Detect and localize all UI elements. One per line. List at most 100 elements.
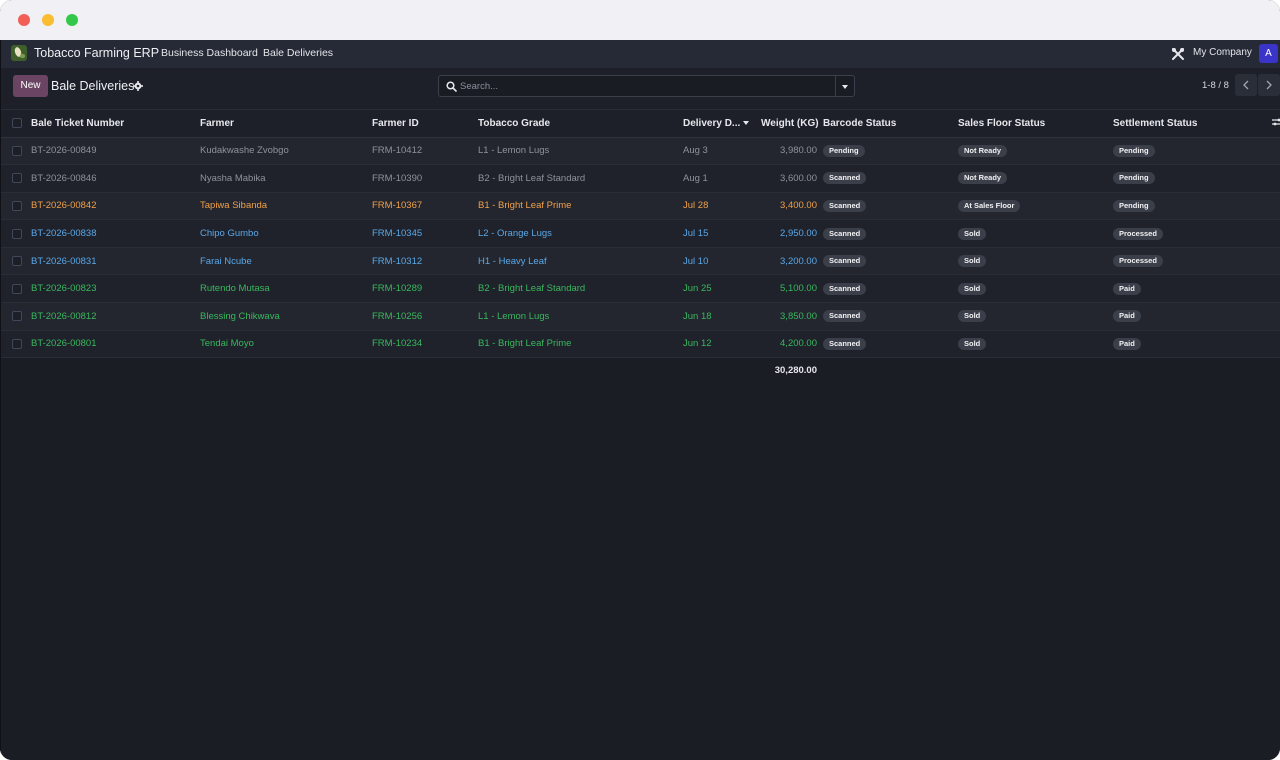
- cell-delivery-date: Jul 28: [683, 192, 761, 221]
- pager-next-button[interactable]: [1258, 74, 1280, 96]
- status-badge: Scanned: [823, 227, 867, 240]
- cell-sales-floor-status: Sold: [958, 247, 1113, 276]
- cell-sales-floor-status: Not Ready: [958, 164, 1113, 193]
- tobacco-leaf-logo-icon[interactable]: [11, 45, 27, 61]
- cell-weight: 3,850.00: [761, 302, 823, 331]
- minimize-window-button[interactable]: [42, 14, 54, 26]
- row-checkbox[interactable]: [12, 283, 22, 294]
- cell-grade: L1 - Lemon Lugs: [478, 137, 683, 166]
- table-row[interactable]: BT-2026-00842 Tapiwa Sibanda FRM-10367 B1 -…: [1, 192, 1280, 221]
- footer-spacer: [1, 357, 31, 382]
- col-header-settlement-status[interactable]: Settlement Status: [1113, 110, 1280, 138]
- status-badge: Paid: [1113, 310, 1141, 323]
- cell-sales-floor-status: Sold: [958, 219, 1113, 248]
- row-checkbox[interactable]: [12, 228, 22, 239]
- cell-farmer-id: FRM-10256: [372, 302, 478, 331]
- footer-spacer: [958, 357, 1113, 382]
- table-row[interactable]: BT-2026-00849 Kudakwashe Zvobgo FRM-10412 L…: [1, 137, 1280, 166]
- cell-sales-floor-status: Sold: [958, 274, 1113, 304]
- cell-farmer-id: FRM-10234: [372, 330, 478, 359]
- col-header-farmer-id[interactable]: Farmer ID: [372, 110, 478, 138]
- cell-delivery-date: Jul 10: [683, 247, 761, 276]
- table-row[interactable]: BT-2026-00823 Rutendo Mutasa FRM-10289 B2 -…: [1, 274, 1280, 304]
- footer-spacer: [683, 357, 761, 382]
- sliders-icon[interactable]: [1272, 117, 1280, 127]
- cell-grade: B2 - Bright Leaf Standard: [478, 164, 683, 193]
- row-checkbox[interactable]: [12, 173, 22, 184]
- table-row[interactable]: BT-2026-00838 Chipo Gumbo FRM-10345 L2 - Or…: [1, 219, 1280, 248]
- cell-delivery-date: Jul 15: [683, 219, 761, 248]
- status-badge: Sold: [958, 310, 987, 323]
- col-header-grade[interactable]: Tobacco Grade: [478, 110, 683, 138]
- row-select-cell: [1, 164, 31, 193]
- row-checkbox[interactable]: [12, 145, 22, 156]
- cell-farmer: Kudakwashe Zvobgo: [200, 137, 372, 166]
- status-badge: Pending: [1113, 144, 1155, 157]
- nav-bale-deliveries[interactable]: Bale Deliveries: [263, 47, 333, 59]
- status-badge: Not Ready: [958, 172, 1008, 185]
- footer-spacer: [31, 357, 200, 382]
- search-input[interactable]: [460, 79, 820, 93]
- pager-previous-button[interactable]: [1235, 74, 1257, 96]
- cell-grade: L2 - Orange Lugs: [478, 219, 683, 248]
- chevron-right-icon: [1266, 80, 1272, 90]
- col-header-farmer[interactable]: Farmer: [200, 110, 372, 138]
- maximize-window-button[interactable]: [66, 14, 78, 26]
- search-icon: [446, 81, 457, 92]
- company-switcher[interactable]: My Company: [1193, 47, 1252, 58]
- col-header-weight[interactable]: Weight (KG): [761, 110, 823, 138]
- footer-spacer: [478, 357, 683, 382]
- table-row[interactable]: BT-2026-00801 Tendai Moyo FRM-10234 B1 - Br…: [1, 330, 1280, 359]
- nav-business-dashboard[interactable]: Business Dashboard: [161, 47, 258, 59]
- user-avatar[interactable]: A: [1259, 44, 1278, 63]
- cell-settlement-status: Processed: [1113, 219, 1280, 248]
- cell-farmer: Nyasha Mabika: [200, 164, 372, 193]
- gear-icon[interactable]: [133, 81, 143, 91]
- cell-settlement-status: Paid: [1113, 330, 1280, 359]
- table-row[interactable]: BT-2026-00831 Farai Ncube FRM-10312 H1 - He…: [1, 247, 1280, 276]
- close-window-button[interactable]: [18, 14, 30, 26]
- cell-sales-floor-status: Not Ready: [958, 137, 1113, 166]
- cell-weight: 3,400.00: [761, 192, 823, 221]
- row-select-cell: [1, 274, 31, 304]
- pager-value[interactable]: 1-8 / 8: [1202, 80, 1229, 91]
- row-checkbox[interactable]: [12, 256, 22, 267]
- cell-barcode-status: Scanned: [823, 219, 958, 248]
- app-brand-name[interactable]: Tobacco Farming ERP: [34, 46, 159, 60]
- table-body: BT-2026-00849 Kudakwashe Zvobgo FRM-10412 L…: [1, 137, 1280, 359]
- row-checkbox[interactable]: [12, 338, 22, 349]
- table-row[interactable]: BT-2026-00846 Nyasha Mabika FRM-10390 B2 - …: [1, 164, 1280, 193]
- search-options-caret-down-icon[interactable]: [835, 75, 855, 97]
- cell-weight: 3,200.00: [761, 247, 823, 276]
- select-all-checkbox[interactable]: [12, 118, 22, 129]
- cell-delivery-date: Aug 1: [683, 164, 761, 193]
- table-row[interactable]: BT-2026-00812 Blessing Chikwava FRM-10256 L…: [1, 302, 1280, 331]
- row-select-cell: [1, 219, 31, 248]
- status-badge: Sold: [958, 227, 987, 240]
- cell-barcode-status: Pending: [823, 137, 958, 166]
- page-title: Bale Deliveries: [51, 79, 135, 93]
- status-badge: Scanned: [823, 172, 867, 185]
- status-badge: Sold: [958, 255, 987, 268]
- cell-weight: 5,100.00: [761, 274, 823, 304]
- tools-icon[interactable]: [1171, 47, 1185, 61]
- cell-weight: 4,200.00: [761, 330, 823, 359]
- col-header-ticket[interactable]: Bale Ticket Number: [31, 110, 200, 138]
- col-header-delivery-date[interactable]: Delivery D...: [683, 110, 761, 138]
- col-header-sales-floor-status[interactable]: Sales Floor Status: [958, 110, 1113, 138]
- col-header-barcode-status[interactable]: Barcode Status: [823, 110, 958, 138]
- chevron-left-icon: [1243, 80, 1249, 90]
- row-checkbox[interactable]: [12, 200, 22, 211]
- select-all-header: [1, 110, 31, 138]
- window-titlebar: [0, 0, 1280, 40]
- cell-ticket: BT-2026-00842: [31, 192, 200, 221]
- cell-weight: 3,600.00: [761, 164, 823, 193]
- cell-sales-floor-status: Sold: [958, 302, 1113, 331]
- cell-settlement-status: Pending: [1113, 164, 1280, 193]
- row-checkbox[interactable]: [12, 311, 22, 322]
- total-weight: 30,280.00: [761, 357, 823, 382]
- cell-farmer: Tendai Moyo: [200, 330, 372, 359]
- cell-barcode-status: Scanned: [823, 274, 958, 304]
- status-badge: Sold: [958, 337, 987, 350]
- new-button[interactable]: New: [13, 75, 48, 97]
